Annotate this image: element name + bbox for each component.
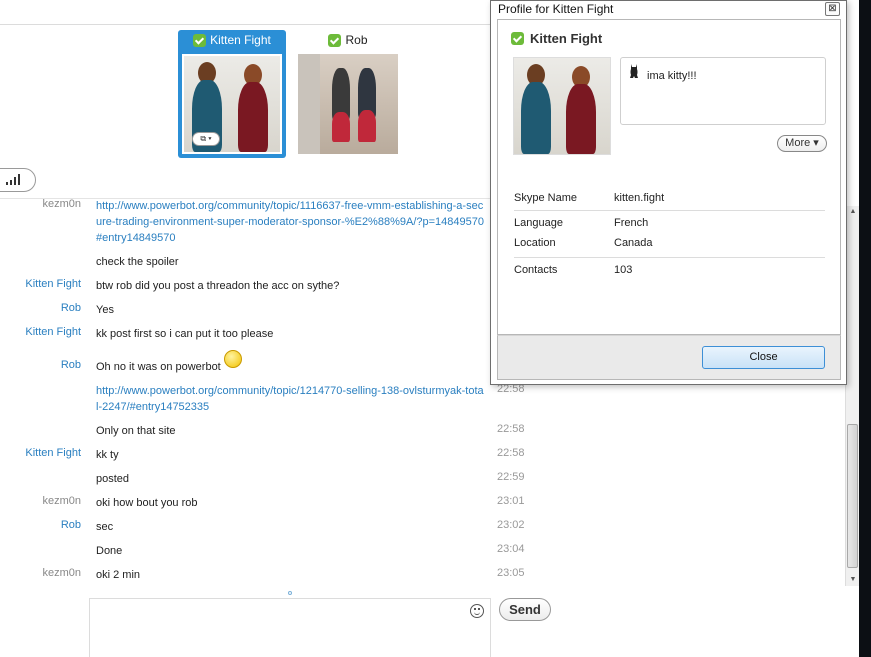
message-text: kk ty [96,449,119,461]
video-options-button[interactable]: ⧉ ▾ [192,132,220,146]
message-timestamp: 23:05 [497,567,525,579]
message-sender: kezm0n [42,495,81,507]
dialog-footer: Close [497,335,841,380]
message-sender[interactable]: Kitten Fight [25,447,81,459]
field-label: Contacts [514,264,558,276]
message-text: sec [96,521,114,533]
participant-avatar [298,54,398,154]
field-value: French [614,217,649,229]
participant-header: Rob [294,30,402,50]
location-row: Location Canada [514,237,825,255]
profile-name: Kitten Fight [530,31,603,46]
message-text: kk post first so i can put it too please [96,328,274,340]
chat-message: http://www.powerbot.org/community/topic/… [0,383,845,417]
profile-dialog: Profile for Kitten Fight ⊠ Kitten Fight … [490,0,847,385]
online-status-icon [193,33,207,47]
scroll-thumb[interactable] [847,424,858,568]
message-text: check the spoiler [96,256,179,268]
message-timestamp: 22:58 [497,423,525,435]
more-button[interactable]: More ▾ [777,135,827,152]
message-input[interactable] [89,598,491,657]
participant-avatar: ⧉ ▾ [182,54,282,154]
profile-header: Kitten Fight [511,31,602,46]
separator [514,257,825,258]
participant-name: Rob [345,33,368,47]
field-label: Language [514,217,563,229]
message-sender: kezm0n [42,198,81,210]
message-sender: kezm0n [42,567,81,579]
message-timestamp: 22:58 [497,447,525,459]
message-sender[interactable]: Kitten Fight [25,278,81,290]
participant-name: Kitten Fight [210,33,271,47]
field-value: 103 [614,264,633,276]
message-text: Yes [96,304,114,316]
scroll-down-arrow-icon[interactable]: ▼ [846,574,860,586]
message-link[interactable]: http://www.powerbot.org/community/topic/… [96,383,486,415]
participant-kitten-fight[interactable]: Kitten Fight ⧉ ▾ [178,30,286,158]
language-row: Language French [514,217,825,235]
close-button[interactable]: Close [702,346,825,369]
message-text: btw rob did you post a threadon the acc … [96,280,340,292]
composer-resize-handle[interactable] [288,591,292,595]
message-timestamp: 23:01 [497,495,525,507]
online-status-icon [511,32,524,45]
message-sender[interactable]: Rob [61,302,81,314]
field-value: kitten.fight [614,192,665,204]
mood-text: ima kitty!!! [647,70,697,82]
contacts-row: Contacts 103 [514,264,825,282]
field-label: Skype Name [514,192,577,204]
send-button[interactable]: Send [499,598,551,621]
call-quality-indicator[interactable] [0,168,36,192]
separator [514,210,825,211]
online-status-icon [328,33,342,47]
participant-rob[interactable]: Rob [294,30,402,158]
message-text: oki how bout you rob [96,497,198,509]
desktop-edge [859,0,871,657]
cat-icon [630,64,638,78]
close-icon[interactable]: ⊠ [825,2,840,16]
message-sender[interactable]: Kitten Fight [25,326,81,338]
message-text: posted [96,473,130,485]
participant-header: Kitten Fight [178,30,286,50]
dialog-title: Profile for Kitten Fight [498,2,614,16]
laughing-emoticon-icon [224,350,242,368]
message-sender[interactable]: Rob [61,519,81,531]
field-label: Location [514,237,556,249]
skype-name-row: Skype Name kitten.fight [514,192,825,210]
message-text: Done [96,545,123,557]
scroll-up-arrow-icon[interactable]: ▲ [846,206,860,218]
field-value: Canada [614,237,653,249]
signal-bars-icon [6,182,8,185]
message-text: Oh no it was on powerbot [96,361,221,373]
top-divider [0,24,500,25]
message-timestamp: 23:04 [497,543,525,555]
message-text: Only on that site [96,425,176,437]
mood-message-box: ima kitty!!! [620,57,826,125]
message-sender[interactable]: Rob [61,359,81,371]
message-timestamp: 23:02 [497,519,525,531]
message-link[interactable]: http://www.powerbot.org/community/topic/… [96,198,486,246]
chat-scrollbar[interactable]: ▲ ▼ [845,206,859,586]
emoticon-picker-icon[interactable] [470,604,484,618]
profile-body: Kitten Fight ima kitty!!! More ▾ Skype N… [497,19,841,335]
profile-avatar [513,57,611,155]
dialog-titlebar[interactable]: Profile for Kitten Fight ⊠ [491,1,846,18]
message-timestamp: 22:59 [497,471,525,483]
message-text: oki 2 min [96,569,141,581]
